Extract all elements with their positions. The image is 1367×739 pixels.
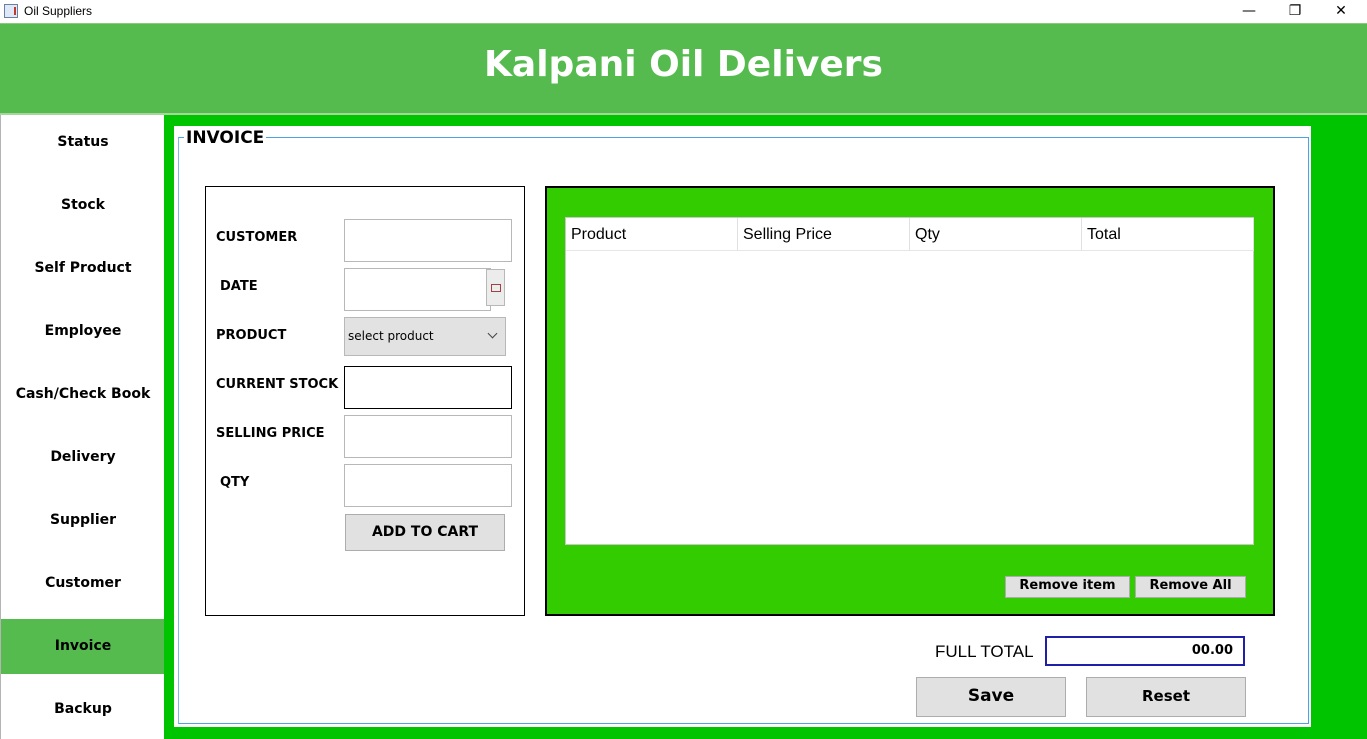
product-label: PRODUCT (216, 328, 287, 343)
sidebar-item-status[interactable]: Status (1, 115, 165, 170)
sidebar-item-customer[interactable]: Customer (1, 556, 165, 611)
remove-all-button[interactable]: Remove All (1135, 576, 1246, 598)
app-header: Kalpani Oil Delivers (0, 23, 1367, 115)
app-heading: Kalpani Oil Delivers (484, 44, 883, 85)
current-stock-label: CURRENT STOCK (216, 377, 339, 392)
sidebar-item-backup[interactable]: Backup (1, 682, 165, 737)
product-select-value: select product (348, 329, 434, 343)
sidebar-item-employee[interactable]: Employee (1, 304, 165, 359)
date-field[interactable] (344, 268, 491, 311)
restore-button[interactable]: ❐ (1272, 0, 1318, 23)
remove-item-button[interactable]: Remove item (1005, 576, 1130, 598)
minimize-button[interactable]: — (1226, 0, 1272, 23)
selling-price-field[interactable] (344, 415, 512, 458)
date-picker-button[interactable] (486, 269, 505, 306)
sidebar-item-stock[interactable]: Stock (1, 178, 165, 233)
add-to-cart-button[interactable]: ADD TO CART (345, 514, 505, 551)
qty-field[interactable] (344, 464, 512, 507)
full-total-field[interactable]: 00.00 (1045, 636, 1245, 666)
column-header-product[interactable]: Product (566, 218, 738, 251)
sidebar-item-cash-check-book[interactable]: Cash/Check Book (1, 367, 165, 422)
selling-price-label: SELLING PRICE (216, 426, 325, 441)
calendar-icon (491, 284, 501, 292)
column-header-total[interactable]: Total (1082, 218, 1254, 251)
window-title: Oil Suppliers (24, 4, 93, 18)
full-total-label: FULL TOTAL (935, 642, 1034, 661)
current-stock-field[interactable] (344, 366, 512, 409)
close-button[interactable]: ✕ (1318, 0, 1364, 23)
customer-field[interactable] (344, 219, 512, 262)
window-title-bar: Oil Suppliers — ❐ ✕ (0, 0, 1367, 23)
customer-label: CUSTOMER (216, 230, 298, 245)
app-icon (4, 4, 18, 18)
reset-button[interactable]: Reset (1086, 677, 1246, 717)
sidebar-item-self-product[interactable]: Self Product (1, 241, 165, 296)
sidebar-item-invoice[interactable]: Invoice (1, 619, 165, 674)
qty-label: QTY (220, 475, 250, 490)
cart-table[interactable]: Product Selling Price Qty Total (565, 217, 1254, 545)
section-title: INVOICE (184, 128, 267, 148)
date-label: DATE (220, 279, 258, 294)
product-select[interactable]: select product (344, 317, 506, 356)
chevron-down-icon (487, 328, 498, 339)
sidebar-item-supplier[interactable]: Supplier (1, 493, 165, 548)
column-header-qty[interactable]: Qty (910, 218, 1082, 251)
sidebar: Status Stock Self Product Employee Cash/… (0, 115, 165, 739)
column-header-selling-price[interactable]: Selling Price (738, 218, 910, 251)
sidebar-item-delivery[interactable]: Delivery (1, 430, 165, 485)
save-button[interactable]: Save (916, 677, 1066, 717)
